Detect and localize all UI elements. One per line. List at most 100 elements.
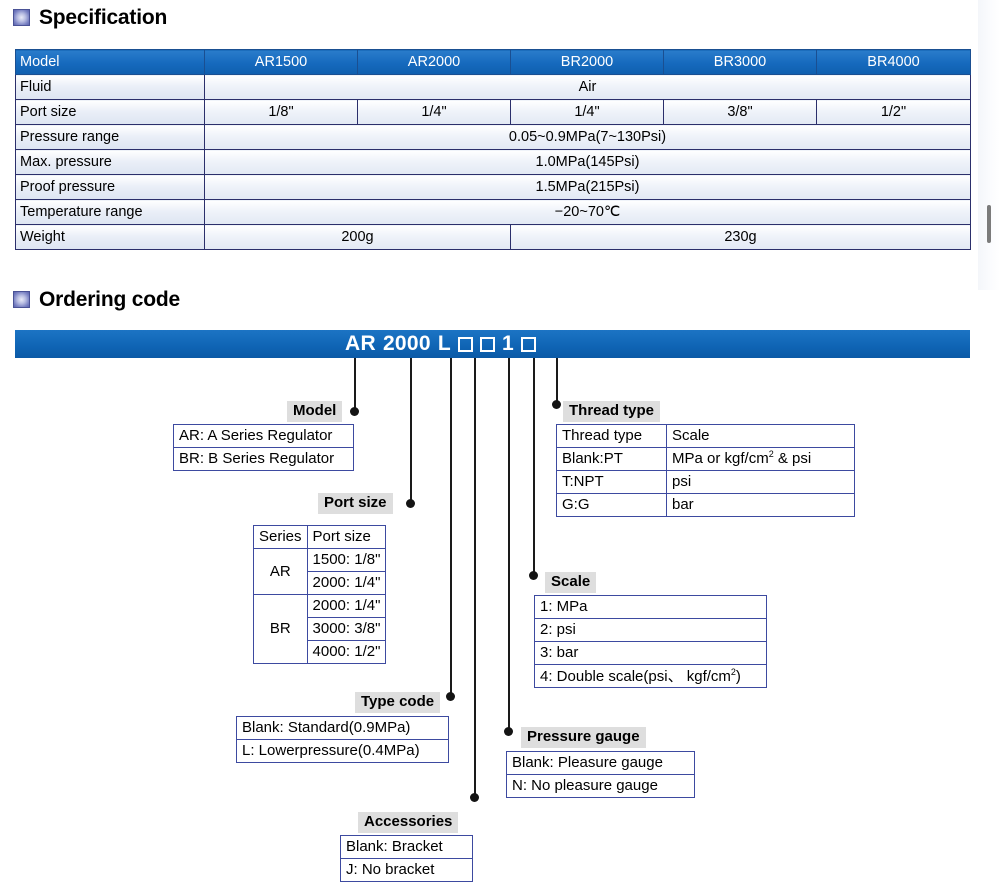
table-row: BR 2000: 1/4" xyxy=(253,594,387,664)
callout-table-scale: 1: MPa 2: psi 3: bar 4: Double scale(psi、 k… xyxy=(534,595,767,688)
leader-dot-model xyxy=(350,407,359,416)
port-size-br-2000: 2000: 1/4" xyxy=(306,594,387,618)
table-cell: 1/8" xyxy=(204,99,358,125)
header-cell-model: Model xyxy=(15,49,205,75)
header-cell-br2000: BR2000 xyxy=(510,49,664,75)
leader-line-type-code xyxy=(450,358,452,697)
table-row: Blank:PT MPa or kgf/cm2 & psi xyxy=(556,447,855,471)
list-item: Blank: Standard(0.9MPa) xyxy=(236,716,449,740)
ordering-code-heading: Ordering code xyxy=(13,289,180,310)
list-item: Blank: Bracket xyxy=(340,835,473,859)
thread-type-scale: bar xyxy=(666,493,855,517)
code-part-model: 2000 xyxy=(382,332,431,355)
callout-label-scale: Scale xyxy=(545,572,597,593)
ordering-code-string: AR 2000 L 1 xyxy=(345,332,536,356)
code-box-pressure-gauge xyxy=(480,336,495,352)
list-item: 3: bar xyxy=(534,641,767,665)
callout-table-port-size: Series Port size AR 1500: 1/8" 2000: 1/4… xyxy=(253,525,387,664)
thread-type-scale: MPa or kgf/cm2 & psi xyxy=(666,447,855,471)
table-cell: 0.05~0.9MPa(7~130Psi) xyxy=(204,124,971,150)
port-size-ar-1500: 1500: 1/8" xyxy=(306,548,387,572)
accessories-option-blank: Blank: Bracket xyxy=(340,835,473,859)
ordering-code-banner: AR 2000 L 1 xyxy=(15,330,970,358)
row-label: Port size xyxy=(15,99,205,125)
list-item: N: No pleasure gauge xyxy=(506,774,695,798)
table-row: Port size 1/8" 1/4" 1/4" 3/8" 1/2" xyxy=(15,99,971,125)
scale-option: 3: bar xyxy=(534,641,767,665)
leader-dot-type-code xyxy=(446,692,455,701)
leader-dot-scale xyxy=(529,571,538,580)
table-cell: 230g xyxy=(510,224,971,250)
accessories-option-j: J: No bracket xyxy=(340,858,473,882)
code-box-thread-type xyxy=(458,336,473,352)
leader-line-scale xyxy=(533,358,535,576)
code-box-accessories xyxy=(520,336,536,352)
callout-label-thread-type: Thread type xyxy=(563,401,661,422)
specification-title: Specification xyxy=(39,6,168,29)
table-cell: Air xyxy=(204,74,971,100)
callout-table-model: AR: A Series Regulator BR: B Series Regu… xyxy=(173,424,354,471)
scale-option: 4: Double scale(psi、 kgf/cm2) xyxy=(534,664,767,688)
model-option-br: BR: B Series Regulator xyxy=(173,447,354,471)
callout-label-model: Model xyxy=(287,401,343,422)
table-row: G:G bar xyxy=(556,493,855,517)
list-item: 4: Double scale(psi、 kgf/cm2) xyxy=(534,664,767,688)
header-cell-br3000: BR3000 xyxy=(663,49,817,75)
table-cell: 1/4" xyxy=(357,99,511,125)
scale-option: 2: psi xyxy=(534,618,767,642)
row-label: Pressure range xyxy=(15,124,205,150)
row-label: Max. pressure xyxy=(15,149,205,175)
table-row: T:NPT psi xyxy=(556,470,855,494)
table-row: Weight 200g 230g xyxy=(15,224,971,250)
row-label: Temperature range xyxy=(15,199,205,225)
table-cell: 1/4" xyxy=(510,99,664,125)
callout-label-type-code: Type code xyxy=(355,692,441,713)
specification-table: Model AR1500 AR2000 BR2000 BR3000 BR4000… xyxy=(15,49,971,250)
list-item: 2: psi xyxy=(534,618,767,642)
table-cell: 1.5MPa(215Psi) xyxy=(204,174,971,200)
table-row: Pressure range 0.05~0.9MPa(7~130Psi) xyxy=(15,124,971,150)
row-label: Proof pressure xyxy=(15,174,205,200)
specification-heading: Specification xyxy=(13,7,167,28)
pressure-gauge-option-blank: Blank: Pleasure gauge xyxy=(506,751,695,775)
header-cell-br4000: BR4000 xyxy=(816,49,971,75)
leader-line-port-size xyxy=(410,358,412,504)
table-row: Temperature range −20~70℃ xyxy=(15,199,971,225)
port-size-series-br: BR xyxy=(253,594,308,664)
scale-option: 1: MPa xyxy=(534,595,767,619)
square-bullet-icon xyxy=(13,9,30,26)
leader-dot-pressure-gauge xyxy=(504,727,513,736)
table-cell: 1.0MPa(145Psi) xyxy=(204,149,971,175)
port-size-ar-2000: 2000: 1/4" xyxy=(306,571,387,595)
port-size-series-ar: AR xyxy=(253,548,308,595)
leader-line-accessories xyxy=(474,358,476,798)
table-row: Fluid Air xyxy=(15,74,971,100)
callout-label-pressure-gauge: Pressure gauge xyxy=(521,727,646,748)
row-label: Fluid xyxy=(15,74,205,100)
list-item: L: Lowerpressure(0.4MPa) xyxy=(236,739,449,763)
leader-line-thread-type xyxy=(556,358,558,405)
table-header-row: Model AR1500 AR2000 BR2000 BR3000 BR4000 xyxy=(15,49,971,75)
row-label: Weight xyxy=(15,224,205,250)
leader-dot-port-size xyxy=(406,499,415,508)
scrollbar-thumb[interactable] xyxy=(987,205,991,243)
code-part-series: AR xyxy=(345,332,376,355)
callout-label-port-size: Port size xyxy=(318,493,393,514)
thread-type-value: G:G xyxy=(556,493,667,517)
thread-type-value: Blank:PT xyxy=(556,447,667,471)
table-cell: 1/2" xyxy=(816,99,971,125)
list-item: AR: A Series Regulator xyxy=(173,424,354,448)
table-cell: 200g xyxy=(204,224,511,250)
thread-type-scale: psi xyxy=(666,470,855,494)
model-option-ar: AR: A Series Regulator xyxy=(173,424,354,448)
code-part-type: L xyxy=(437,332,451,355)
callout-label-accessories: Accessories xyxy=(358,812,459,833)
specification-table-body: Fluid Air Port size 1/8" 1/4" 1/4" 3/8" 1/2" Pre… xyxy=(15,74,971,250)
code-part-scale: 1 xyxy=(502,332,514,355)
scale-option-body: 1: MPa 2: psi 3: bar 4: Double scale(psi、 k… xyxy=(534,595,767,688)
leader-line-pressure-gauge xyxy=(508,358,510,732)
port-size-header-series: Series xyxy=(253,525,308,549)
header-cell-ar1500: AR1500 xyxy=(204,49,358,75)
table-row: Series Port size xyxy=(253,525,387,549)
port-size-br-4000: 4000: 1/2" xyxy=(306,640,387,664)
